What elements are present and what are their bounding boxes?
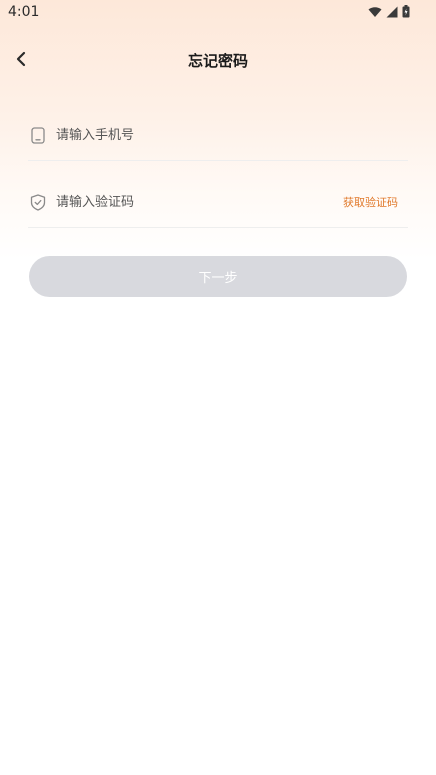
page-title: 忘记密码 xyxy=(187,52,248,70)
code-field-row: 获取验证码 xyxy=(28,177,408,228)
phone-field-row xyxy=(28,110,408,161)
next-step-button[interactable]: 下一步 xyxy=(29,256,407,297)
shield-icon xyxy=(30,193,46,211)
phone-input[interactable] xyxy=(56,123,316,147)
status-icons xyxy=(368,5,410,18)
phone-icon xyxy=(30,126,46,144)
status-bar: 4:01 xyxy=(0,0,436,24)
battery-icon xyxy=(402,5,410,18)
nav-bar: 忘记密码 xyxy=(0,40,436,80)
wifi-icon xyxy=(368,6,382,18)
get-code-button[interactable]: 获取验证码 xyxy=(343,194,398,210)
status-time: 4:01 xyxy=(8,4,40,20)
signal-icon xyxy=(386,6,398,18)
verification-code-input[interactable] xyxy=(56,190,316,214)
